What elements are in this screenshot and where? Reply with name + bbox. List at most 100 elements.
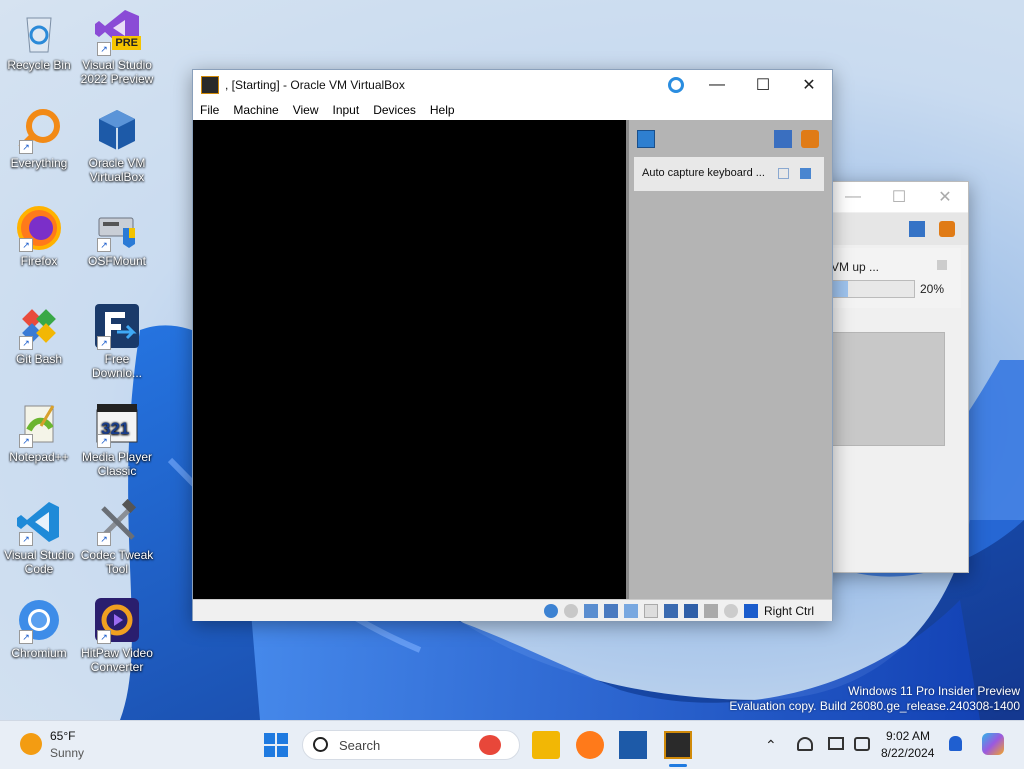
desktop-icon-visual-studio[interactable]: PRE ↗ Visual Studio 2022 Preview [79,8,155,86]
menu-file[interactable]: File [193,103,226,117]
desktop-icon-label: Visual Studio [4,548,74,562]
clock-date[interactable]: 8/22/2024 [881,746,934,760]
desktop-icon-everything[interactable]: ↗ Everything [1,106,77,170]
shared-folders-status-icon[interactable] [643,603,658,618]
show-hidden-icons-icon[interactable]: ⌃ [765,737,777,754]
desktop-icon-label: Notepad++ [9,450,69,464]
desktop-icon-label: Downlo... [91,366,143,380]
desktop-icon-label: Media Player [81,450,153,464]
menu-view[interactable]: View [286,103,326,117]
vscode-icon: ↗ [15,498,63,546]
desktop-icon-firefox[interactable]: ↗ Firefox [1,204,77,268]
sun-weather-icon [20,733,42,755]
watermark-line: Windows 11 Pro Insider Preview [848,684,1020,698]
desktop-icon-label: Converter [90,660,144,674]
weather-desc[interactable]: Sunny [50,746,84,760]
firefox-icon: ↗ [15,204,63,252]
desktop-icon-label: OSFMount [87,254,147,268]
virtualbox-taskbar-icon[interactable] [619,731,647,759]
progress-text: VM up ... [831,260,880,274]
search-icon [313,737,328,752]
desktop-icon-virtualbox[interactable]: Oracle VM VirtualBox [79,106,155,184]
evaluation-watermark: Windows 11 Pro Insider Preview Evaluatio… [729,684,1020,714]
osfmount-icon: ↗ [93,204,141,252]
notification-text: Auto capture keyboard ... [642,167,765,179]
window-title: , [Starting] - Oracle VM VirtualBox [225,78,405,92]
firefox-taskbar-icon[interactable] [576,731,604,759]
desktop-icon-media-player-classic[interactable]: 321 ↗ Media Player Classic [79,400,155,478]
file-explorer-icon[interactable] [532,731,560,759]
display-status-icon[interactable] [663,603,678,618]
clock-time[interactable]: 9:02 AM [886,729,930,743]
virtualbox-vm-window[interactable]: , [Starting] - Oracle VM VirtualBox — ☐ … [192,69,833,621]
network-status-icon[interactable] [603,603,618,618]
close-notification-icon[interactable] [800,168,811,179]
desktop-icon-label: Codec Tweak [80,548,154,562]
desktop-icon-label: Visual Studio [82,58,152,72]
desktop-icon-notepad-plus-plus[interactable]: ↗ Notepad++ [1,400,77,464]
notification-center-toggle-icon[interactable] [637,130,655,148]
desktop-icon-recycle-bin[interactable]: Recycle Bin [1,8,77,72]
vm-display[interactable] [193,120,626,599]
desktop-icon-codec-tweak-tool[interactable]: ↗ Codec Tweak Tool [79,498,155,576]
do-not-show-icon[interactable] [778,168,789,179]
notification-center-icon[interactable] [909,221,925,237]
volume-icon[interactable] [854,737,870,751]
dismiss-icon[interactable] [937,260,947,270]
cloud-offline-icon[interactable] [797,737,813,751]
copilot-icon[interactable] [982,733,1004,755]
weather-temp[interactable]: 65°F [50,729,75,743]
desktop-icon-label: Code [24,562,54,576]
desktop-icon-label: 2022 Preview [80,72,154,86]
dismiss-all-icon[interactable] [939,221,955,237]
menu-input[interactable]: Input [326,103,367,117]
minimize-button[interactable]: — [694,70,740,100]
chromium-icon: ↗ [15,596,63,644]
start-button[interactable] [264,733,288,757]
desktop-icon-label: Oracle VM [88,156,146,170]
desktop-icon-vscode[interactable]: ↗ Visual Studio Code [1,498,77,576]
network-icon[interactable] [828,737,844,750]
maximize-button[interactable]: ☐ [876,182,922,212]
desktop-icon-hitpaw[interactable]: ↗ HitPaw Video Converter [79,596,155,674]
minimize-button[interactable]: — [830,182,876,212]
menu-devices[interactable]: Devices [366,103,423,117]
vm-session-taskbar-icon[interactable] [664,731,692,759]
usb-status-icon[interactable] [623,603,638,618]
notification-bell-icon[interactable] [949,736,962,751]
close-button[interactable]: ✕ [922,182,968,212]
menu-help[interactable]: Help [423,103,462,117]
hard-disk-status-icon[interactable] [543,603,558,618]
keep-finished-icon[interactable] [774,130,792,148]
audio-status-icon[interactable] [583,603,598,618]
recording-status-icon[interactable] [683,603,698,618]
mouse-integration-icon[interactable] [723,603,738,618]
notification-item[interactable]: Auto capture keyboard ... [634,157,824,191]
hitpaw-icon: ↗ [93,596,141,644]
taskbar: 65°F Sunny Search ⌃ 9:02 AM 8/22/2024 [0,720,1024,769]
codec-tweak-tool-icon: ↗ [93,498,141,546]
menu-machine[interactable]: Machine [226,103,285,117]
loading-spinner-icon [668,77,684,93]
everything-search-icon: ↗ [15,106,63,154]
vm-statusbar: Right Ctrl [193,599,832,621]
dismiss-all-icon[interactable] [801,130,819,148]
virtualbox-app-icon [201,76,219,94]
desktop-icon-free-download-manager[interactable]: ↗ Free Downlo... [79,302,155,380]
visual-studio-icon: PRE ↗ [93,8,141,56]
git-bash-icon: ↗ [15,302,63,350]
desktop-icon-chromium[interactable]: ↗ Chromium [1,596,77,660]
close-button[interactable]: ✕ [786,70,832,100]
host-key-icon[interactable] [743,603,758,618]
desktop-icon-osfmount[interactable]: ↗ OSFMount [79,204,155,268]
host-key-label: Right Ctrl [763,603,814,618]
desktop-icon-label: Classic [97,464,137,478]
progress-percent: 20% [920,282,945,296]
taskbar-search-box[interactable]: Search [302,730,520,760]
vm-preview-area [831,332,945,446]
optical-drive-status-icon[interactable] [563,603,578,618]
cpu-status-icon[interactable] [703,603,718,618]
desktop-icon-git-bash[interactable]: ↗ Git Bash [1,302,77,366]
maximize-button[interactable]: ☐ [740,70,786,100]
media-player-classic-icon: 321 ↗ [93,400,141,448]
